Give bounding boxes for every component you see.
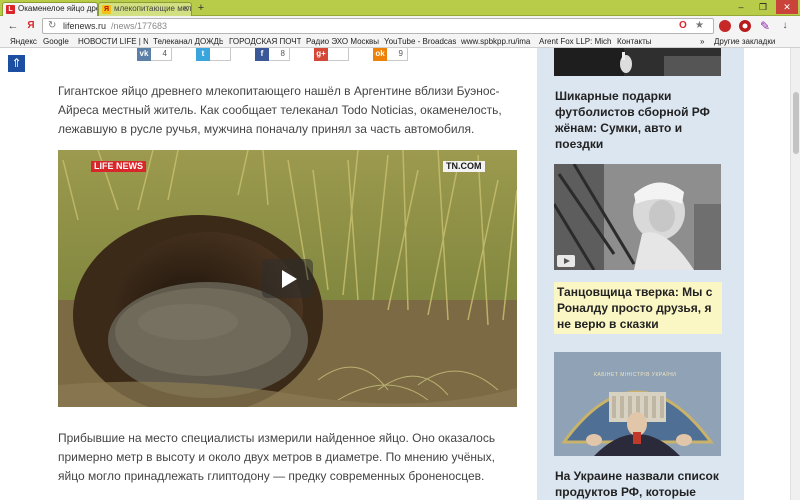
news-title-1[interactable]: Шикарные подарки футболистов сборной РФ … [555, 88, 725, 152]
pen-extension-icon[interactable]: ✎ [758, 19, 772, 33]
video-badge-icon [557, 255, 575, 267]
news-title-3[interactable]: На Украине назвали список продуктов РФ, … [555, 468, 725, 500]
yandex-icon[interactable]: Я [24, 19, 38, 33]
news-image-3[interactable]: КАБІНЕТ МІНІСТРІВ УКРАЇНИ [554, 352, 721, 456]
share-ok-button[interactable]: ok 9 [373, 48, 408, 61]
share-facebook-count: 8 [280, 49, 285, 58]
other-bookmarks-folder[interactable]: Другие закладки [714, 37, 790, 47]
odnoklassniki-icon: ok [373, 48, 387, 61]
opera-o-icon[interactable]: O [679, 20, 687, 31]
share-facebook-button[interactable]: f 8 [255, 48, 290, 61]
close-tab-icon[interactable]: ✕ [182, 3, 189, 15]
share-twitter-button[interactable]: t [196, 48, 231, 61]
minimize-button[interactable]: – [730, 0, 752, 14]
related-news-sidebar: Шикарные подарки футболистов сборной РФ … [537, 48, 744, 500]
play-button-icon[interactable] [262, 259, 313, 298]
article-paragraph-1: Гигантское яйцо древнего млекопитающего … [58, 84, 502, 136]
lifenews-watermark: LIFE NEWS [91, 161, 146, 172]
tn-watermark: TN.COM [443, 161, 485, 172]
bookmark-yandex[interactable]: Яндекс [10, 37, 40, 47]
maximize-button[interactable]: ❐ [752, 0, 774, 14]
page-scrollbar[interactable] [790, 48, 800, 500]
article-paragraph-2: Прибывшие на место специалисты измерили … [58, 431, 496, 483]
tab-yandex-label: млекопитающие мело [114, 4, 192, 13]
tab-yandex-search[interactable]: Я млекопитающие мело ✕ [98, 2, 192, 16]
yandex-favicon-icon: Я [102, 5, 111, 14]
vk-icon: vk [137, 48, 151, 61]
browser-toolbar: ← Я ↻ lifenews.ru /news/177683 O ★ ✎ ↓ [0, 16, 800, 36]
bookmark-google[interactable]: Google [43, 37, 73, 47]
news-image-2-graphic [554, 164, 721, 270]
podium-caption: КАБІНЕТ МІНІСТРІВ УКРАЇНИ [594, 372, 677, 378]
tab-lifenews-label: Окаменелое яйцо древ [18, 4, 98, 13]
share-vk-button[interactable]: vk 4 [137, 48, 172, 61]
back-arrow-icon[interactable]: ← [6, 19, 20, 33]
bookmark-contacts[interactable]: Контакты [617, 37, 657, 47]
extension-1-icon[interactable] [718, 19, 732, 33]
tab-lifenews[interactable]: L Окаменелое яйцо древ [2, 2, 98, 16]
google-plus-icon: g+ [314, 48, 328, 61]
close-window-button[interactable]: ✕ [776, 0, 798, 14]
news-image-2[interactable] [554, 164, 721, 270]
extension-2-icon[interactable] [738, 19, 752, 33]
news-title-2[interactable]: Танцовщица тверка: Мы с Роналду просто д… [554, 282, 722, 334]
address-bar[interactable]: ↻ lifenews.ru /news/177683 O ★ [42, 18, 714, 34]
reload-icon[interactable]: ↻ [48, 20, 56, 31]
bookmark-arentfox[interactable]: Arent Fox LLP: Mich [539, 37, 611, 47]
share-vk-count: 4 [162, 49, 167, 58]
download-icon[interactable]: ↓ [778, 19, 792, 33]
bookmark-dozhd[interactable]: Телеканал ДОЖДЬ [153, 37, 223, 47]
bookmark-star-icon[interactable]: ★ [695, 20, 704, 31]
news-image-1[interactable] [554, 48, 721, 76]
url-host: lifenews.ru [63, 21, 107, 31]
bookmark-life[interactable]: НОВОСТИ LIFE | NE [78, 37, 148, 47]
new-tab-button[interactable]: + [194, 2, 208, 15]
page-viewport: ⇑ vk 4 t f 8 g+ ok 9 Гигантское яйцо дре… [0, 48, 790, 500]
scrollbar-thumb[interactable] [793, 92, 799, 154]
bookmark-gorodskaya[interactable]: ГОРОДСКАЯ ПОЧТА [229, 37, 301, 47]
share-googleplus-button[interactable]: g+ [314, 48, 349, 61]
bookmark-youtube[interactable]: YouTube - Broadcas [384, 37, 456, 47]
bookmark-echo[interactable]: Радио ЭХО Москвы [306, 37, 380, 47]
bookmarks-more-button[interactable]: » [700, 37, 708, 47]
video-player[interactable]: LIFE NEWS TN.COM [58, 150, 517, 407]
bookmarks-bar: Яндекс Google НОВОСТИ LIFE | NE Телекана… [0, 36, 800, 48]
scroll-to-top-button[interactable]: ⇑ [8, 55, 25, 72]
news-image-3-graphic [554, 352, 721, 456]
bookmark-spbkpp[interactable]: www.spbkpp.ru/ima [461, 37, 533, 47]
tab-strip: L Окаменелое яйцо древ Я млекопитающие м… [0, 0, 800, 16]
facebook-icon: f [255, 48, 269, 61]
twitter-icon: t [196, 48, 210, 61]
news-image-1-graphic [554, 48, 721, 76]
share-ok-count: 9 [398, 49, 403, 58]
lifenews-favicon-icon: L [6, 5, 15, 14]
url-path: /news/177683 [111, 21, 168, 31]
